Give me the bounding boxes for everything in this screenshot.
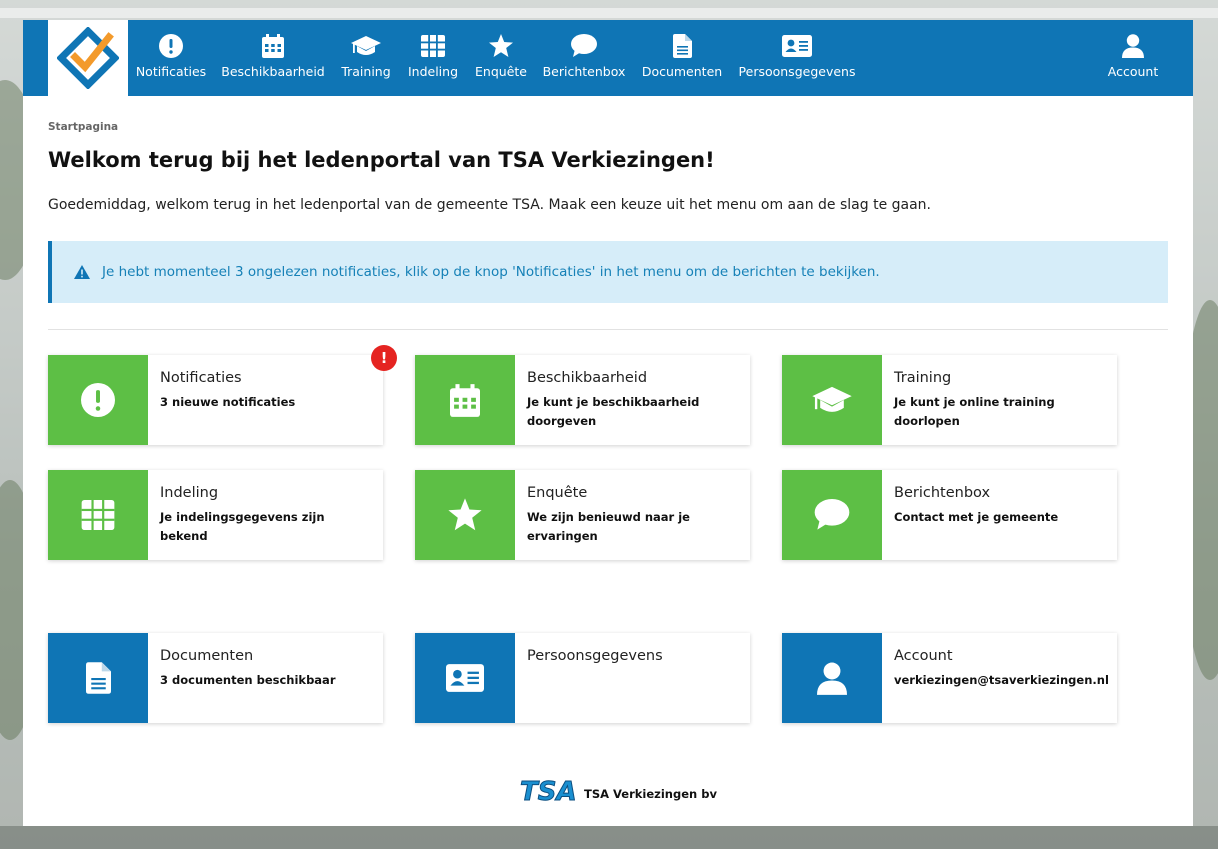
grid-icon <box>48 470 148 560</box>
chat-bubble-icon <box>571 33 597 59</box>
tile-subtitle: 3 nieuwe notificaties <box>160 395 296 409</box>
nav-documenten[interactable]: Documenten <box>641 20 723 96</box>
tile-title: Indeling <box>160 485 219 501</box>
nav-label: Berichtenbox <box>542 64 626 79</box>
footer-logo: TSA TSA Verkiezingen bv <box>518 776 717 805</box>
id-card-icon <box>782 33 812 59</box>
id-card-icon <box>415 633 515 723</box>
tile-indeling[interactable]: Indeling Je indelingsgegevens zijn beken… <box>48 470 383 560</box>
star-icon <box>415 470 515 560</box>
nav-label: Documenten <box>641 64 723 79</box>
nav-label: Beschikbaarheid <box>221 64 325 79</box>
nav-label: Enquête <box>475 64 527 79</box>
tile-subtitle: Je indelingsgegevens zijn bekend <box>160 510 325 543</box>
alert-text: Je hebt momenteel 3 ongelezen notificati… <box>102 264 880 280</box>
nav-beschikbaarheid[interactable]: Beschikbaarheid <box>221 20 325 96</box>
tile-title: Documenten <box>160 648 254 664</box>
home-logo[interactable] <box>48 20 128 96</box>
tile-enquete[interactable]: Enquête We zijn benieuwd naar je ervarin… <box>415 470 750 560</box>
nav-label: Indeling <box>407 64 459 79</box>
intro-text: Goedemiddag, welkom terug in het ledenpo… <box>48 197 931 213</box>
tile-title: Berichtenbox <box>894 485 991 501</box>
grid-icon <box>421 33 445 59</box>
nav-persoonsgegevens[interactable]: Persoonsgegevens <box>739 20 855 96</box>
tile-title: Notificaties <box>160 370 242 386</box>
nav-label: Training <box>341 64 391 79</box>
tile-title: Training <box>894 370 952 386</box>
tile-title: Enquête <box>527 485 588 501</box>
nav-enquete[interactable]: Enquête <box>473 20 529 96</box>
unread-alert-badge: ! <box>371 345 397 371</box>
tile-documenten[interactable]: Documenten 3 documenten beschikbaar <box>48 633 383 723</box>
notification-alert: Je hebt momenteel 3 ongelezen notificati… <box>48 241 1168 303</box>
nav-notificaties[interactable]: Notificaties <box>135 20 207 96</box>
tile-subtitle: 3 documenten beschikbaar <box>160 673 336 687</box>
document-icon <box>48 633 148 723</box>
user-icon <box>1122 33 1144 59</box>
star-icon <box>488 33 514 59</box>
footer-company-name: TSA Verkiezingen bv <box>584 787 717 801</box>
tile-account[interactable]: Account verkiezingen@tsaverkiezingen.nl <box>782 633 1117 723</box>
nav-berichtenbox[interactable]: Berichtenbox <box>543 20 625 96</box>
calendar-icon <box>262 33 284 59</box>
graduation-cap-icon <box>350 33 382 59</box>
chat-bubble-icon <box>782 470 882 560</box>
tile-title: Persoonsgegevens <box>527 648 663 664</box>
nav-account[interactable]: Account <box>1103 20 1163 96</box>
graduation-cap-icon <box>782 355 882 445</box>
tile-training[interactable]: Training Je kunt je online training door… <box>782 355 1117 445</box>
user-icon <box>782 633 882 723</box>
nav-label: Notificaties <box>135 64 207 79</box>
tile-subtitle: Je kunt je online training doorlopen <box>894 395 1055 428</box>
nav-training[interactable]: Training <box>338 20 394 96</box>
page-title: Welkom terug bij het ledenportal van TSA… <box>48 148 715 172</box>
tile-berichtenbox[interactable]: Berichtenbox Contact met je gemeente <box>782 470 1117 560</box>
portal-container: Notificaties Beschikbaarheid Training In… <box>23 20 1193 826</box>
exclamation-circle-icon <box>159 33 183 59</box>
tile-title: Beschikbaarheid <box>527 370 648 386</box>
tsa-logo-letters: TSA <box>520 777 577 804</box>
warning-triangle-icon <box>74 265 90 279</box>
document-icon <box>672 33 692 59</box>
tile-persoonsgegevens[interactable]: Persoonsgegevens <box>415 633 750 723</box>
tile-subtitle: We zijn benieuwd naar je ervaringen <box>527 510 690 543</box>
tile-subtitle: Je kunt je beschikbaarheid doorgeven <box>527 395 700 428</box>
checkmark-logo-icon <box>57 27 119 89</box>
tile-subtitle: Contact met je gemeente <box>894 510 1059 524</box>
top-navigation-bar: Notificaties Beschikbaarheid Training In… <box>23 20 1193 96</box>
tile-title: Account <box>894 648 953 664</box>
calendar-icon <box>415 355 515 445</box>
breadcrumb: Startpagina <box>48 121 119 133</box>
tile-beschikbaarheid[interactable]: Beschikbaarheid Je kunt je beschikbaarhe… <box>415 355 750 445</box>
nav-indeling[interactable]: Indeling <box>406 20 460 96</box>
tsa-logo-icon: TSA <box>520 777 578 805</box>
exclamation-circle-icon <box>48 355 148 445</box>
nav-label: Account <box>1107 64 1159 79</box>
nav-label: Persoonsgegevens <box>738 64 856 79</box>
divider <box>48 329 1168 330</box>
tile-notificaties[interactable]: Notificaties 3 nieuwe notificaties <box>48 355 383 445</box>
tile-subtitle: verkiezingen@tsaverkiezingen.nl <box>894 673 1109 687</box>
